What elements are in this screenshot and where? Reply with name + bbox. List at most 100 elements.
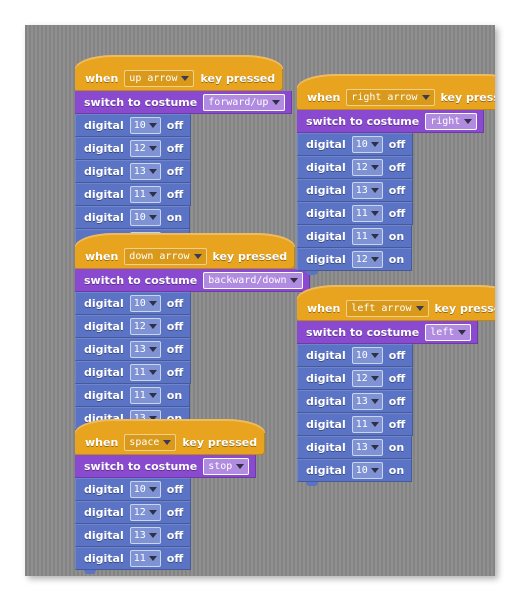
pin-dropdown[interactable]: 11 [129,364,161,381]
when-key-pressed-block[interactable]: when down arrow key pressed [75,233,296,273]
chevron-down-icon [464,119,473,124]
chevron-down-icon [290,278,299,283]
digital-block[interactable]: digital 10 off [75,292,192,319]
chevron-down-icon [148,169,157,174]
hat-block-content: when space key pressed [85,434,257,451]
digital-block[interactable]: digital 12 off [75,137,192,164]
digital-block-row: digital 13 off [75,338,310,365]
digital-block-row: digital 10 off [75,478,265,505]
hat-block-curve [297,285,495,299]
key-dropdown[interactable]: space [124,434,177,451]
digital-block-row: digital 11 off [75,361,310,388]
key-dropdown[interactable]: left arrow [346,300,429,317]
pin-dropdown[interactable]: 12 [129,140,161,157]
costume-dropdown[interactable]: forward/up [203,94,286,111]
costume-dropdown[interactable]: right [425,113,478,130]
left-arrow-script: whenleft arrowkey pressed switch to costu… [297,285,495,486]
digital-block[interactable]: digital 12 off [297,156,414,183]
digital-block[interactable]: digital 13 on [297,436,413,463]
digital-block[interactable]: digital 13 off [75,524,192,551]
pin-dropdown[interactable]: 10 [129,481,161,498]
digital-block[interactable]: digital 13 off [75,338,192,365]
switch-to-costume-block[interactable]: switch to costume stop [75,455,257,482]
hat-block-content: whenleft arrowkey pressed [307,300,495,317]
key-dropdown[interactable]: down arrow [124,248,207,265]
pin-dropdown[interactable]: 13 [351,439,383,456]
switch-to-costume-block[interactable]: switch to costume left [297,321,479,348]
digital-block[interactable]: digital 13 off [297,179,414,206]
chevron-down-icon [370,234,379,239]
pin-dropdown[interactable]: 11 [129,550,161,567]
digital-block[interactable]: digital 13 off [297,390,414,417]
digital-block[interactable]: digital 10 on [75,206,191,233]
digital-block[interactable]: digital 10 off [75,478,192,505]
pin-dropdown[interactable]: 11 [351,416,383,433]
pin-dropdown[interactable]: 10 [351,462,383,479]
up-arrow-script: when up arrow key pressed switch to costume… [75,55,293,256]
chevron-down-icon [370,422,379,427]
key-dropdown[interactable]: up arrow [124,70,195,87]
digital-block[interactable]: digital 11 off [75,183,192,210]
chevron-down-icon [148,393,157,398]
pin-dropdown[interactable]: 12 [351,251,383,268]
hat-block-curve [297,74,495,88]
down-arrow-script: when down arrow key pressed switch to costu… [75,233,311,434]
costume-dropdown[interactable]: left [425,324,472,341]
digital-block[interactable]: digital 11 off [297,413,414,440]
chevron-down-icon [163,440,172,445]
pin-dropdown[interactable]: 10 [351,347,383,364]
chevron-down-icon [458,330,467,335]
digital-block[interactable]: digital 11 off [297,202,414,229]
digital-block[interactable]: digital 11 off [75,361,192,388]
digital-block[interactable]: digital 10 off [75,114,192,141]
pin-dropdown[interactable]: 13 [129,163,161,180]
pin-dropdown[interactable]: 13 [129,341,161,358]
looks-block-row: switch to costume right [297,110,495,137]
pin-dropdown[interactable]: 13 [351,393,383,410]
pin-dropdown[interactable]: 10 [129,209,161,226]
pin-dropdown[interactable]: 10 [351,136,383,153]
pin-dropdown[interactable]: 11 [351,228,383,245]
switch-to-costume-block[interactable]: switch to costume backward/down [75,269,311,296]
digital-block[interactable]: digital 10 off [297,344,414,371]
digital-block[interactable]: digital 11 on [75,384,191,411]
pin-dropdown[interactable]: 12 [129,504,161,521]
chevron-down-icon [415,306,424,311]
switch-to-costume-block[interactable]: switch to costume forward/up [75,91,293,118]
pin-dropdown[interactable]: 13 [129,527,161,544]
when-key-pressed-block[interactable]: when space key pressed [75,419,266,459]
when-key-pressed-block[interactable]: whenleft arrowkey pressed [297,285,495,325]
chevron-down-icon [370,468,379,473]
pin-dropdown[interactable]: 13 [351,182,383,199]
key-dropdown[interactable]: right arrow [346,89,435,106]
digital-block[interactable]: digital 10 on [297,459,413,486]
digital-block-row: digital 11 off [75,547,265,574]
chevron-down-icon [236,464,245,469]
when-key-pressed-block[interactable]: when up arrow key pressed [75,55,284,95]
digital-block[interactable]: digital 11 on [297,225,413,252]
digital-block[interactable]: digital 11 off [75,547,192,574]
chevron-down-icon [148,123,157,128]
digital-block[interactable]: digital 12 off [75,315,192,342]
pin-dropdown[interactable]: 10 [129,117,161,134]
pin-dropdown[interactable]: 12 [351,159,383,176]
pin-dropdown[interactable]: 11 [129,186,161,203]
pin-dropdown[interactable]: 11 [351,205,383,222]
digital-block[interactable]: digital 13 off [75,160,192,187]
when-key-pressed-block[interactable]: whenright arrowkey pressed [297,74,495,114]
costume-dropdown[interactable]: backward/down [203,272,304,289]
digital-block-row: digital 10 on [75,206,292,233]
switch-to-costume-block[interactable]: switch to costume right [297,110,485,137]
digital-block[interactable]: digital12on [297,248,413,275]
script-canvas[interactable]: when up arrow key pressed switch to costume… [25,25,495,576]
costume-dropdown[interactable]: stop [203,458,250,475]
digital-block-row: digital 11 off [75,183,292,210]
digital-block[interactable]: digital 12 off [297,367,414,394]
digital-block[interactable]: digital 12 off [75,501,192,528]
pin-dropdown[interactable]: 12 [129,318,161,335]
chevron-down-icon [370,445,379,450]
digital-block[interactable]: digital 10 off [297,133,414,160]
pin-dropdown[interactable]: 10 [129,295,161,312]
pin-dropdown[interactable]: 11 [129,387,161,404]
pin-dropdown[interactable]: 12 [351,370,383,387]
